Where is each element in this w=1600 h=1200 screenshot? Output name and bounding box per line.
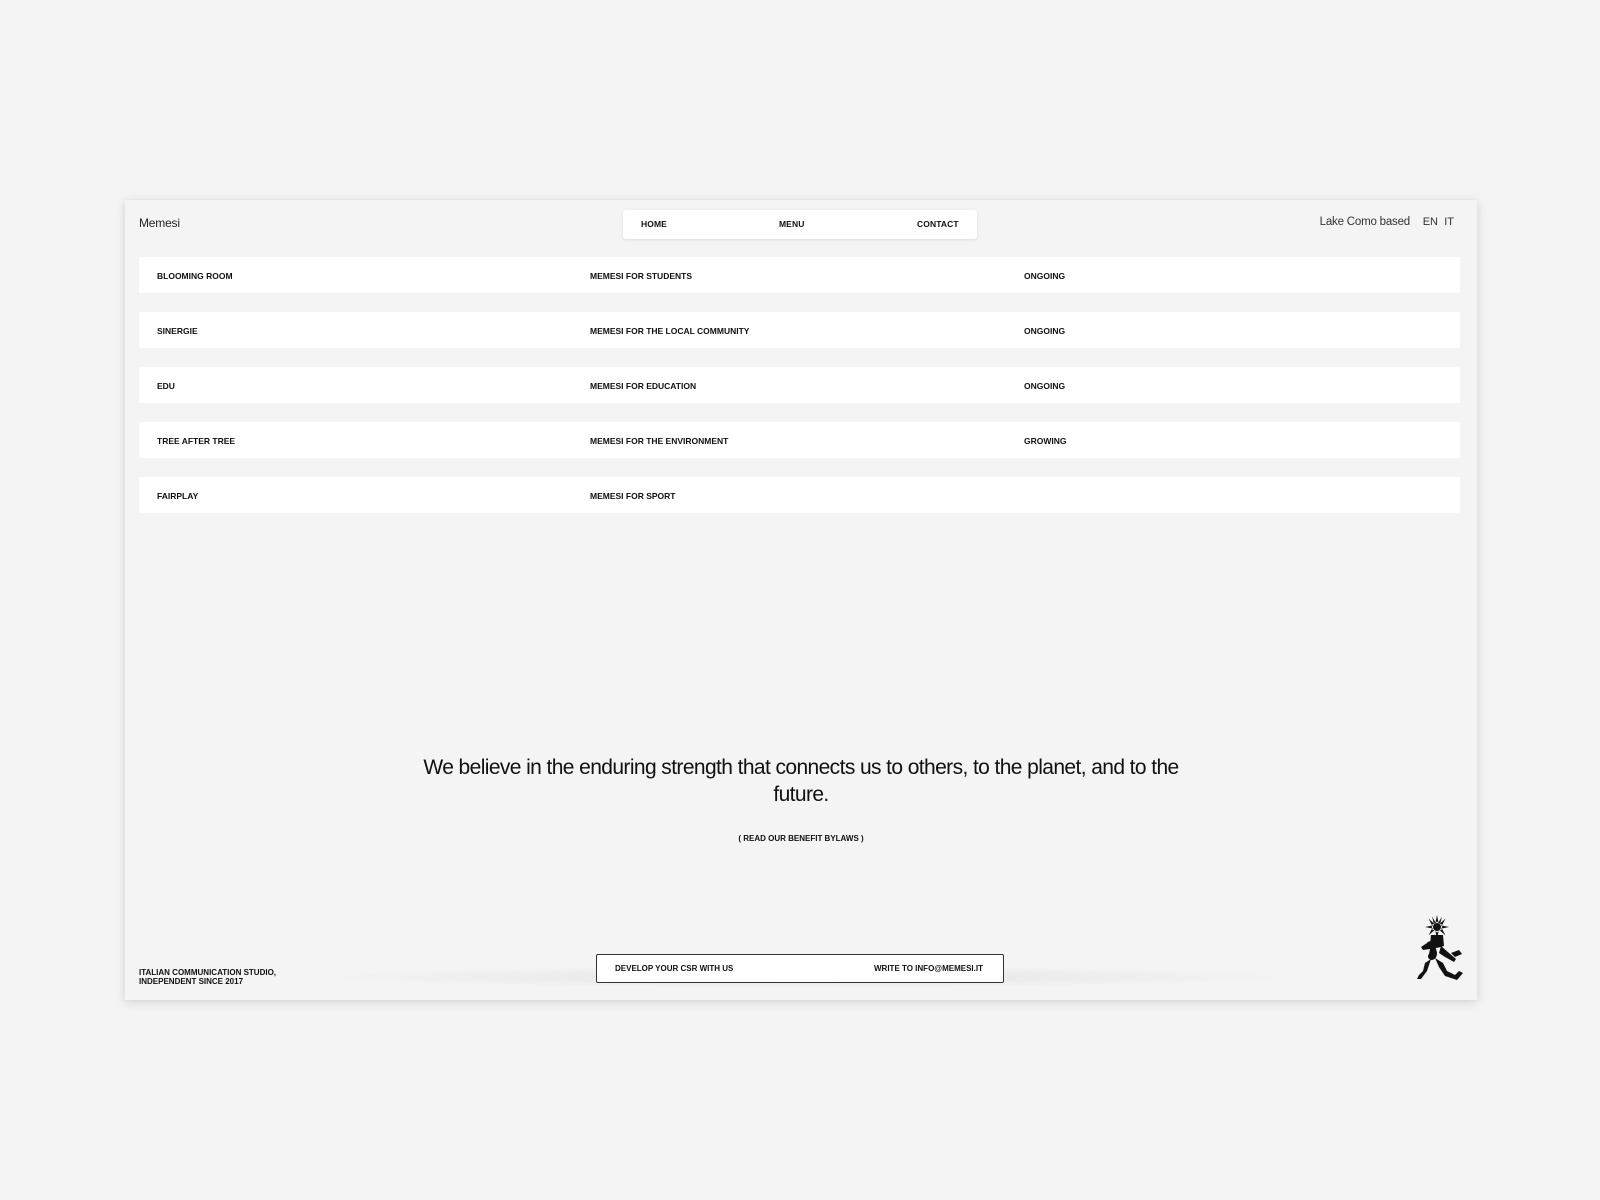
project-category: MEMESI FOR SPORT xyxy=(590,491,676,501)
project-row[interactable]: FAIRPLAY MEMESI FOR SPORT xyxy=(139,477,1460,513)
site-window: Memesi HOME MENU CONTACT Lake Como based… xyxy=(125,200,1477,1000)
studio-tagline: ITALIAN COMMUNICATION STUDIO, INDEPENDEN… xyxy=(139,968,276,986)
location-label: Lake Como based xyxy=(1319,216,1411,228)
brand-logo[interactable]: Memesi xyxy=(139,216,180,230)
project-name: EDU xyxy=(157,381,175,391)
email-link[interactable]: WRITE TO INFO@MEMESI.IT xyxy=(874,964,983,973)
project-name: FAIRPLAY xyxy=(157,491,199,501)
studio-tagline-line2: INDEPENDENT SINCE 2017 xyxy=(139,977,244,986)
project-status: ONGOING xyxy=(1024,326,1066,336)
project-name: SINERGIE xyxy=(157,326,198,336)
project-category: MEMESI FOR THE ENVIRONMENT xyxy=(590,436,729,446)
project-category: MEMESI FOR THE LOCAL COMMUNITY xyxy=(590,326,750,336)
nav-home-link[interactable]: HOME xyxy=(641,219,667,229)
project-row[interactable]: EDU MEMESI FOR EDUCATION ONGOING xyxy=(139,367,1460,403)
project-category: MEMESI FOR STUDENTS xyxy=(590,271,693,281)
nav-menu-link[interactable]: MENU xyxy=(779,219,804,229)
main-nav: HOME MENU CONTACT xyxy=(623,210,977,239)
project-name: TREE AFTER TREE xyxy=(157,436,236,446)
nav-contact-link[interactable]: CONTACT xyxy=(917,219,959,229)
project-row[interactable]: SINERGIE MEMESI FOR THE LOCAL COMMUNITY … xyxy=(139,312,1460,348)
studio-tagline-line1: ITALIAN COMMUNICATION STUDIO, xyxy=(139,968,277,977)
projects-list: BLOOMING ROOM MEMESI FOR STUDENTS ONGOIN… xyxy=(139,257,1460,532)
project-name: BLOOMING ROOM xyxy=(157,271,233,281)
language-en-link[interactable]: EN xyxy=(1423,216,1438,228)
project-status: GROWING xyxy=(1024,436,1067,446)
project-status: ONGOING xyxy=(1024,381,1066,391)
mission-statement: We believe in the enduring strength that… xyxy=(423,756,1179,806)
project-status: ONGOING xyxy=(1024,271,1066,281)
benefit-bylaws-link[interactable]: ( READ OUR BENEFIT BYLAWS ) xyxy=(651,834,951,843)
running-figure-icon xyxy=(1417,915,1463,980)
develop-csr-link[interactable]: DEVELOP YOUR CSR WITH US xyxy=(615,964,733,973)
project-row[interactable]: TREE AFTER TREE MEMESI FOR THE ENVIRONME… xyxy=(139,422,1460,458)
figure-body xyxy=(1417,935,1463,980)
csr-contact-bar[interactable]: DEVELOP YOUR CSR WITH US WRITE TO INFO@M… xyxy=(596,954,1004,983)
project-row[interactable]: BLOOMING ROOM MEMESI FOR STUDENTS ONGOIN… xyxy=(139,257,1460,293)
language-it-link[interactable]: IT xyxy=(1444,216,1454,228)
project-category: MEMESI FOR EDUCATION xyxy=(590,381,697,391)
